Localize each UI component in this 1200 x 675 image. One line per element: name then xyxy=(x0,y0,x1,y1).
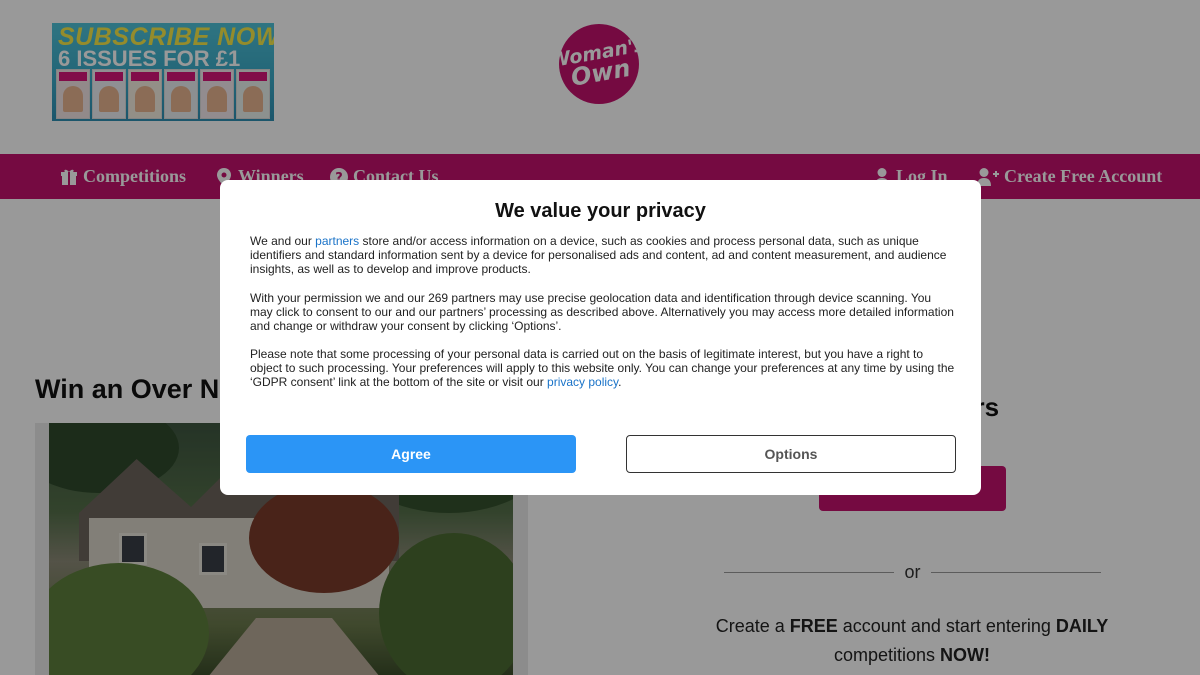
options-button[interactable]: Options xyxy=(626,435,956,473)
partners-link[interactable]: partners xyxy=(315,234,359,248)
privacy-dialog-body: We and our partners store and/or access … xyxy=(250,234,955,404)
privacy-paragraph-2: With your permission we and our 269 part… xyxy=(250,290,954,333)
p3-text-end: . xyxy=(618,375,622,389)
p1-text-start: We and our xyxy=(250,234,316,248)
privacy-paragraph-1: We and our partners store and/or access … xyxy=(250,234,955,276)
privacy-consent-dialog: We value your privacy We and our partner… xyxy=(220,180,981,495)
agree-button[interactable]: Agree xyxy=(246,435,576,473)
privacy-policy-link[interactable]: privacy policy xyxy=(547,375,618,389)
privacy-dialog-title: We value your privacy xyxy=(495,200,706,222)
privacy-paragraph-3: Please note that some processing of your… xyxy=(250,347,955,389)
